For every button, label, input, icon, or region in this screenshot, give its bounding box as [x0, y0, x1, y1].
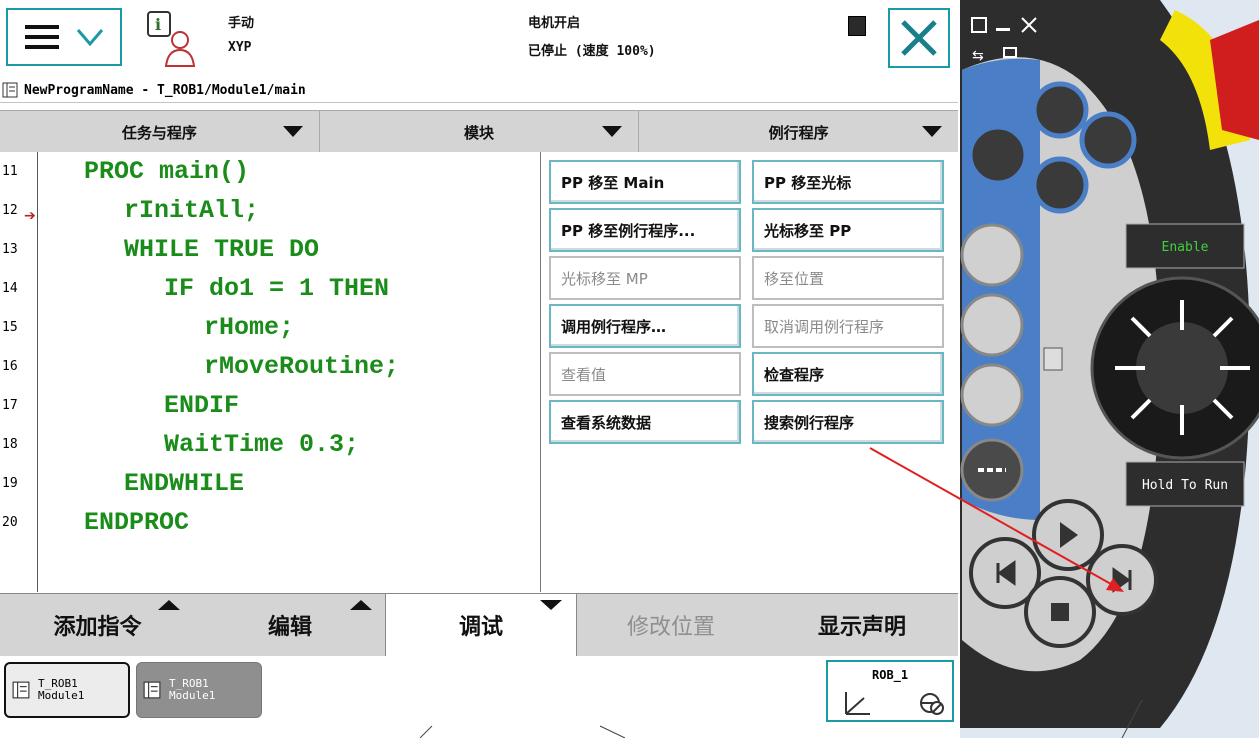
annotation-arrow — [419, 447, 1143, 738]
